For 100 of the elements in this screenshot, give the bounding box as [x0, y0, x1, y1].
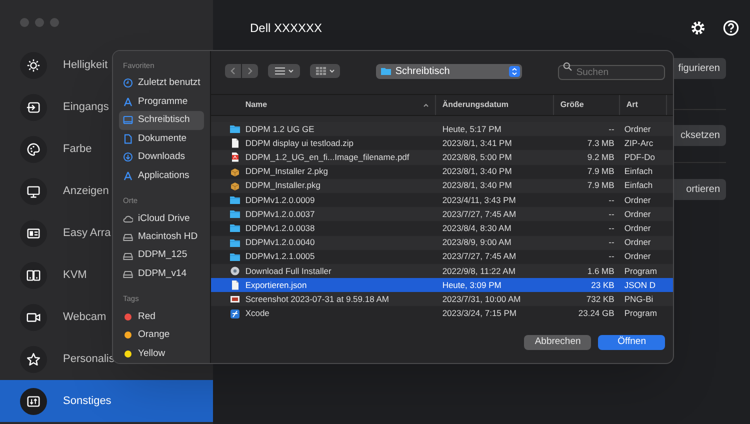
sidebar-location[interactable]: DDPM_v14 — [119, 264, 204, 284]
file-row[interactable]: Exportieren.json Heute, 3:09 PM 23 KB JSON D — [211, 278, 673, 292]
help-icon[interactable] — [723, 20, 739, 36]
sidebar-location[interactable]: Red — [119, 308, 204, 326]
file-kind: Ordner — [623, 208, 651, 221]
file-size: -- — [608, 222, 616, 235]
file-name: DDPMv1.2.1.0005 — [245, 250, 315, 264]
package-icon — [230, 180, 240, 191]
input-icon — [26, 100, 41, 114]
file-kind: Ordner — [623, 250, 651, 264]
column-header[interactable]: Änderungsdatum — [436, 95, 554, 115]
file-row[interactable]: DDPM_Installer 2.pkg 2023/8/1, 3:40 PM 7.9 MB Einfach — [211, 164, 673, 179]
sidebar-location[interactable]: Downloads — [119, 148, 204, 167]
monitor-icon — [26, 184, 41, 198]
document-icon — [123, 134, 133, 144]
download-icon — [123, 152, 133, 162]
tag-dot-icon — [123, 312, 133, 322]
cloud-icon — [123, 214, 133, 224]
file-size: -- — [608, 250, 616, 264]
apps-icon — [123, 170, 133, 181]
file-kind: Einfach — [623, 179, 653, 192]
file-size: 9.2 MB — [586, 151, 616, 164]
file-date: Heute, 3:09 PM — [441, 278, 502, 292]
file-row[interactable]: DDPM_1.2_UG_en_fi...Image_filename.pdf 2023/8/8, 5:00 PM 9.2 MB PDF-Do — [211, 150, 673, 165]
sidebar-location[interactable]: Schreibtisch — [119, 111, 204, 130]
file-row[interactable]: DDPM display ui testload.zip 2023/8/1, 3:41 PM 7.3 MB ZIP-Arc — [211, 136, 673, 150]
app-icon — [230, 308, 240, 319]
sidebar-location[interactable]: Yellow — [119, 344, 204, 363]
file-row[interactable]: DDPMv1.2.1.0005 2023/7/27, 7:45 AM -- Ordner — [211, 250, 673, 264]
sidebar-location[interactable]: iCloud Drive — [119, 209, 204, 228]
file-row[interactable]: Screenshot 2023-07-31 at 9.59.18 AM 2023/7/31, 10:00 AM 732 KB PNG-Bi — [211, 292, 673, 306]
settings-icon[interactable] — [690, 20, 706, 36]
image-file-icon — [230, 294, 240, 304]
folder-icon — [230, 252, 240, 262]
sidebar-location[interactable]: Dokumente — [119, 130, 204, 148]
file-kind: PDF-Do — [623, 151, 656, 164]
clock-icon — [123, 78, 133, 88]
open-button[interactable]: Öffnen — [598, 335, 666, 350]
file-kind: Ordner — [623, 194, 651, 206]
chevron-down-icon — [288, 69, 294, 73]
file-name: DDPMv1.2.0.0009 — [245, 194, 315, 206]
drive-icon — [123, 250, 133, 261]
sidebar-location[interactable]: DDPM_125 — [119, 246, 204, 265]
file-kind: PNG-Bi — [623, 292, 654, 306]
list-icon — [274, 67, 285, 75]
folder-icon — [230, 223, 240, 234]
sidebar-item[interactable]: Sonstiges — [0, 380, 213, 422]
list-view-button[interactable] — [268, 64, 300, 78]
location-popup[interactable]: Schreibtisch — [376, 64, 522, 78]
column-header[interactable]: Art — [620, 95, 668, 115]
file-name: DDPMv1.2.0.0037 — [245, 208, 315, 221]
sliders-icon — [26, 394, 41, 408]
file-name: Exportieren.json — [245, 278, 307, 292]
folder-icon — [230, 238, 240, 248]
file-name: DDPM_1.2_UG_en_fi...Image_filename.pdf — [245, 151, 410, 164]
file-name: Xcode — [245, 307, 270, 320]
file-kind: Einfach — [623, 165, 653, 178]
pdf-icon — [230, 152, 240, 162]
grid-view-button[interactable] — [310, 64, 340, 78]
file-size: -- — [608, 194, 616, 206]
forward-button[interactable] — [242, 64, 258, 78]
back-button[interactable] — [225, 64, 242, 78]
layout-icon — [26, 226, 41, 240]
file-date: 2023/8/1, 3:40 PM — [441, 179, 513, 192]
file-date: 2023/8/1, 3:40 PM — [441, 165, 513, 178]
search-field[interactable]: Suchen — [558, 65, 666, 80]
file-name: Screenshot 2023-07-31 at 9.59.18 AM — [245, 292, 389, 306]
file-row[interactable]: Download Full Installer 2022/9/8, 11:22 AM 1.6 MB Program — [211, 264, 673, 278]
file-size: -- — [608, 208, 616, 221]
sidebar-location[interactable]: Applications — [119, 166, 204, 186]
sidebar-location[interactable]: Zuletzt benutzt — [119, 74, 204, 93]
file-name: DDPMv1.2.0.0040 — [245, 236, 315, 249]
chevron-down-icon — [328, 69, 335, 73]
disk-image-icon — [230, 266, 240, 276]
package-icon — [230, 166, 240, 177]
sidebar-location[interactable]: Programme — [119, 92, 204, 112]
sidebar-location[interactable]: Macintosh HD — [119, 228, 204, 246]
file-row[interactable]: DDPM 1.2 UG GE Heute, 5:17 PM -- Ordner — [211, 122, 673, 136]
file-date: 2023/8/1, 3:41 PM — [441, 136, 513, 150]
drive-icon — [123, 232, 133, 242]
file-date: 2022/9/8, 11:22 AM — [441, 264, 516, 278]
file-size: 1.6 MB — [586, 264, 616, 278]
sidebar-location[interactable]: Orange — [119, 326, 204, 345]
column-header[interactable]: Größe — [554, 95, 620, 115]
column-header[interactable]: Name — [211, 95, 436, 115]
file-size: 23.24 GB — [577, 307, 616, 320]
file-date: 2023/8/4, 8:30 AM — [441, 222, 512, 235]
star-icon — [26, 352, 41, 366]
file-row[interactable]: DDPM_Installer.pkg 2023/8/1, 3:40 PM 7.9 MB Einfach — [211, 178, 673, 193]
file-date: 2023/7/27, 7:45 AM — [441, 208, 518, 221]
palette-icon — [26, 142, 41, 156]
file-name: Download Full Installer — [245, 264, 332, 278]
cancel-button[interactable]: Abbrechen — [524, 335, 592, 350]
file-date: Heute, 5:17 PM — [441, 122, 502, 136]
grid-icon — [316, 67, 326, 75]
file-row[interactable]: DDPMv1.2.0.0037 2023/7/27, 7:45 AM -- Ordner — [211, 207, 673, 222]
file-name: DDPM 1.2 UG GE — [245, 122, 314, 136]
file-name: DDPM_Installer 2.pkg — [245, 165, 328, 178]
file-row[interactable]: DDPMv1.2.0.0040 2023/8/9, 9:00 AM -- Ordner — [211, 236, 673, 250]
file-date: 2023/8/8, 5:00 PM — [441, 151, 513, 164]
